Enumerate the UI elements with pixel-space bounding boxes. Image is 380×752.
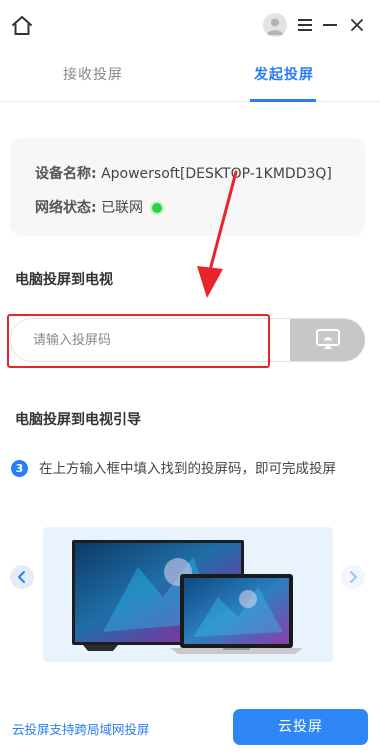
next-step-button[interactable] — [341, 565, 365, 589]
device-info-card: 设备名称: Apowersoft[DESKTOP-1KMDD3Q] 网络状态: … — [10, 138, 365, 236]
title-bar — [0, 0, 380, 50]
cast-submit-button[interactable] — [290, 319, 365, 361]
minimize-icon[interactable] — [323, 17, 337, 33]
cloud-cast-button[interactable]: 云投屏 — [233, 709, 368, 745]
device-name-label: 设备名称: — [35, 166, 97, 182]
step-number-badge: 3 — [11, 460, 28, 477]
user-avatar-icon[interactable] — [263, 13, 287, 37]
tab-receive-cast[interactable]: 接收投屏 — [63, 64, 123, 84]
online-status-icon — [151, 203, 162, 213]
network-status-value: 已联网 — [101, 200, 144, 216]
tab-start-cast[interactable]: 发起投屏 — [254, 64, 314, 84]
menu-icon[interactable] — [297, 17, 313, 33]
step-description: 在上方输入框中填入找到的投屏码，即可完成投屏 — [39, 461, 336, 477]
chevron-right-icon — [350, 571, 357, 583]
close-icon[interactable] — [349, 17, 365, 33]
tab-bar: 接收投屏 发起投屏 — [0, 50, 380, 102]
previous-step-button[interactable] — [10, 565, 34, 589]
cloud-cast-info-link[interactable]: 云投屏支持跨局域网投屏 — [12, 719, 150, 738]
chevron-left-icon — [18, 571, 25, 583]
network-status-label: 网络状态: — [35, 200, 97, 216]
screen-cast-icon — [316, 329, 340, 349]
red-arrow-annotation — [197, 170, 238, 298]
device-name-row: 设备名称: Apowersoft[DESKTOP-1KMDD3Q] — [35, 163, 332, 183]
laptop-icon — [170, 574, 303, 654]
section-title-cast-to-tv: 电脑投屏到电视 — [15, 272, 113, 288]
red-highlight-box — [7, 314, 270, 368]
guide-illustration — [43, 527, 333, 662]
section-title-guide: 电脑投屏到电视引导 — [15, 412, 141, 428]
home-icon[interactable] — [10, 14, 34, 38]
network-status-row: 网络状态: 已联网 — [35, 197, 162, 217]
active-tab-indicator — [250, 99, 316, 102]
